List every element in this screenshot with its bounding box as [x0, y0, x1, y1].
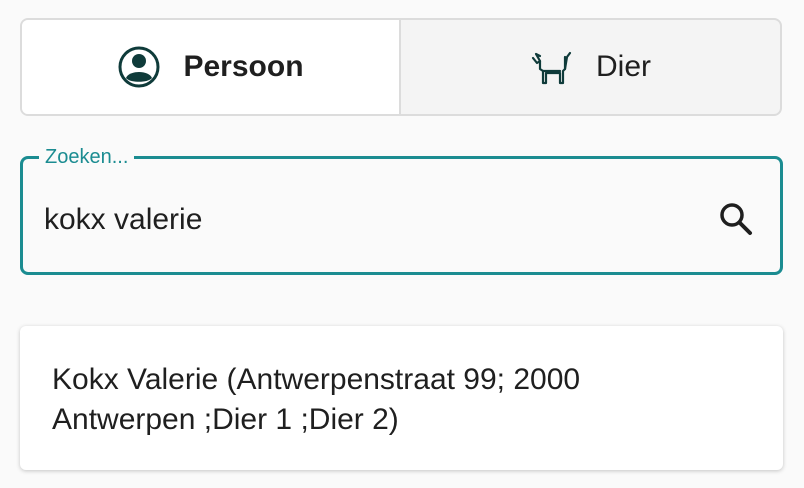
dog-icon: [530, 45, 574, 89]
tab-dier-label: Dier: [595, 50, 651, 83]
tab-dier[interactable]: Dier: [401, 20, 780, 114]
tab-persoon[interactable]: Persoon: [22, 20, 401, 114]
search-field: Zoeken...: [20, 145, 783, 275]
search-icon[interactable]: [716, 199, 756, 239]
entity-type-toggle: Persoon Dier: [20, 18, 782, 116]
search-label: Zoeken...: [39, 145, 135, 169]
search-input[interactable]: [44, 203, 664, 237]
search-result-text: Kokx Valerie (Antwerpenstraat 99; 2000 A…: [52, 363, 581, 436]
search-result-item[interactable]: Kokx Valerie (Antwerpenstraat 99; 2000 A…: [20, 326, 783, 470]
tab-persoon-label: Persoon: [183, 50, 304, 83]
person-circle-icon: [117, 45, 161, 89]
